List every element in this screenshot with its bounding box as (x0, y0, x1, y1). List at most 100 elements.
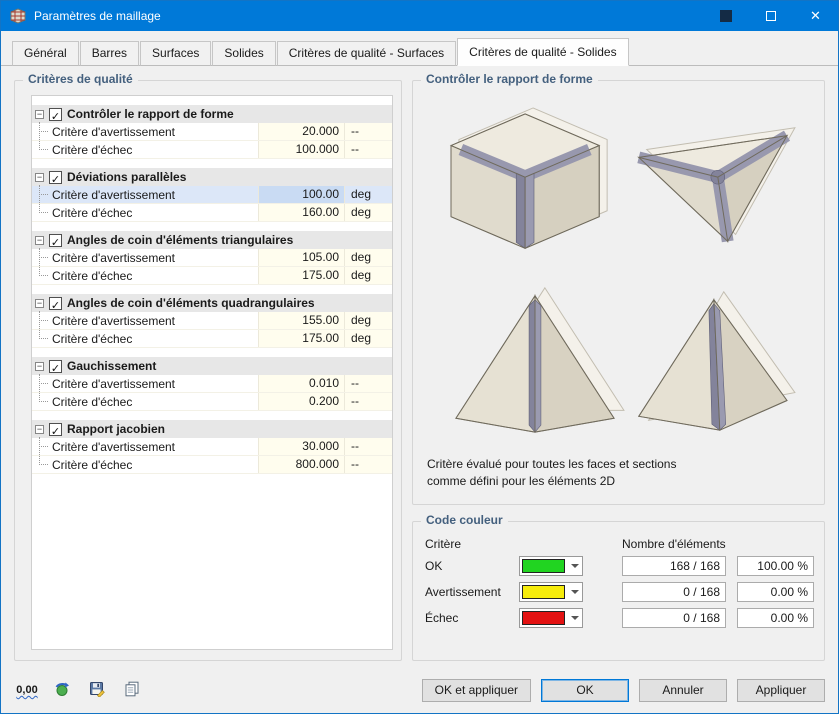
collapse-icon[interactable] (35, 172, 44, 182)
group-label: Gauchissement (67, 359, 157, 373)
tree-branch (39, 383, 48, 384)
criterion-label: Critère d'avertissement (52, 250, 175, 265)
collapse-icon[interactable] (35, 424, 44, 434)
ok-button[interactable]: OK (541, 678, 629, 702)
tab-strip: Général Barres Surfaces Solides Critères… (1, 31, 838, 66)
criterion-row[interactable]: Critère d'avertissement 105.00 deg (32, 249, 392, 267)
criterion-row[interactable]: Critère d'avertissement 155.00 deg (32, 312, 392, 330)
checkbox-checked[interactable] (49, 107, 62, 121)
tree-group-warping: Gauchissement Critère d'avertissement 0.… (32, 357, 392, 411)
tree-group-header[interactable]: Gauchissement (32, 357, 392, 375)
tree-group-header[interactable]: Angles de coin d'éléments quadrangulaire… (32, 294, 392, 312)
criterion-row[interactable]: Critère d'échec 0.200 -- (32, 393, 392, 411)
tree-branch (39, 464, 48, 465)
quality-criteria-panel: Critères de qualité Contrôler le rapport… (14, 72, 402, 661)
apply-button[interactable]: Appliquer (737, 678, 825, 702)
criterion-label: Critère d'avertissement (52, 376, 175, 391)
checkbox-checked[interactable] (49, 233, 62, 247)
right-panel: Contrôler le rapport de forme Critère év… (412, 72, 825, 661)
close-button[interactable] (793, 1, 838, 31)
units-and-decimals-button[interactable]: 0,00 (14, 678, 40, 702)
criterion-row[interactable]: Critère d'échec 160.00 deg (32, 204, 392, 222)
copy-settings-button[interactable] (119, 678, 145, 702)
color-code-row-failure: Échec 0 / 168 0.00 % (425, 608, 814, 628)
criterion-label: Critère d'échec (52, 205, 133, 220)
group-label: Rapport jacobien (67, 422, 166, 436)
caption-line-1: Critère évalué pour toutes les faces et … (427, 457, 677, 472)
checkbox-checked[interactable] (49, 170, 62, 184)
group-label: Contrôler le rapport de forme (67, 107, 234, 121)
criterion-unit: deg (344, 267, 392, 284)
criterion-value[interactable]: 20.000 (258, 123, 344, 140)
row-label: OK (425, 559, 443, 573)
tab-surfaces[interactable]: Surfaces (140, 41, 212, 66)
color-dropdown-failure[interactable] (519, 608, 583, 628)
criterion-value[interactable]: 0.200 (258, 393, 344, 410)
column-header-elements: Nombre d'éléments (622, 537, 726, 551)
color-code-header: Critère Nombre d'éléments (425, 536, 814, 552)
maximize-button[interactable] (748, 1, 793, 31)
checkbox-checked[interactable] (49, 422, 62, 436)
collapse-icon[interactable] (35, 298, 44, 308)
criterion-value[interactable]: 105.00 (258, 249, 344, 266)
color-swatch (522, 585, 565, 599)
criterion-unit: -- (344, 375, 392, 392)
collapse-icon[interactable] (35, 109, 44, 119)
tree-group-header[interactable]: Déviations parallèles (32, 168, 392, 186)
minimize-button[interactable] (703, 1, 748, 31)
criterion-row[interactable]: Critère d'échec 175.00 deg (32, 330, 392, 348)
tree-branch (39, 446, 48, 447)
criterion-row[interactable]: Critère d'avertissement 0.010 -- (32, 375, 392, 393)
element-count: 168 / 168 (622, 556, 726, 576)
chevron-down-icon (567, 609, 582, 627)
tab-general[interactable]: Général (12, 41, 79, 66)
group-label: Déviations parallèles (67, 170, 187, 184)
units-icon: 0,00 (16, 684, 38, 696)
criterion-row-selected[interactable]: Critère d'avertissement 100.00 deg (32, 186, 392, 204)
tree-group-parallel-deviations: Déviations parallèles Critère d'avertiss… (32, 168, 392, 222)
collapse-icon[interactable] (35, 235, 44, 245)
minimize-icon (719, 10, 732, 22)
criterion-value[interactable]: 155.00 (258, 312, 344, 329)
checkbox-checked[interactable] (49, 359, 62, 373)
criterion-value[interactable]: 800.000 (258, 456, 344, 473)
criterion-row[interactable]: Critère d'échec 800.000 -- (32, 456, 392, 474)
copy-icon (124, 681, 140, 700)
criterion-row[interactable]: Critère d'avertissement 30.000 -- (32, 438, 392, 456)
tree-group-aspect-ratio: Contrôler le rapport de forme Critère d'… (32, 105, 392, 159)
tree-group-header[interactable]: Contrôler le rapport de forme (32, 105, 392, 123)
element-percent: 0.00 % (737, 608, 814, 628)
tree-branch (39, 338, 48, 339)
tab-solides[interactable]: Solides (212, 41, 276, 66)
criterion-value[interactable]: 160.00 (258, 204, 344, 221)
tree-group-header[interactable]: Rapport jacobien (32, 420, 392, 438)
criterion-value[interactable]: 100.00 (258, 186, 344, 203)
color-dropdown-warning[interactable] (519, 582, 583, 602)
mesh-settings-icon (10, 8, 26, 24)
checkbox-checked[interactable] (49, 296, 62, 310)
criterion-value[interactable]: 0.010 (258, 375, 344, 392)
tab-criteres-surfaces[interactable]: Critères de qualité - Surfaces (276, 41, 457, 66)
criterion-value[interactable]: 30.000 (258, 438, 344, 455)
save-as-default-button[interactable] (84, 678, 110, 702)
criterion-value[interactable]: 175.00 (258, 330, 344, 347)
criterion-label: Critère d'échec (52, 142, 133, 157)
criterion-value[interactable]: 175.00 (258, 267, 344, 284)
color-dropdown-ok[interactable] (519, 556, 583, 576)
tab-criteres-solides[interactable]: Critères de qualité - Solides (457, 38, 629, 66)
criterion-unit: -- (344, 141, 392, 158)
element-count: 0 / 168 (622, 582, 726, 602)
criterion-value[interactable]: 100.000 (258, 141, 344, 158)
tree-branch (39, 212, 48, 213)
ok-and-apply-button[interactable]: OK et appliquer (421, 678, 531, 702)
tree-group-header[interactable]: Angles de coin d'éléments triangulaires (32, 231, 392, 249)
collapse-icon[interactable] (35, 361, 44, 371)
cancel-button[interactable]: Annuler (639, 678, 727, 702)
criterion-row[interactable]: Critère d'échec 175.00 deg (32, 267, 392, 285)
restore-defaults-button[interactable] (49, 678, 75, 702)
criterion-row[interactable]: Critère d'échec 100.000 -- (32, 141, 392, 159)
criterion-row[interactable]: Critère d'avertissement 20.000 -- (32, 123, 392, 141)
tab-barres[interactable]: Barres (79, 41, 140, 66)
window-title: Paramètres de maillage (34, 9, 161, 23)
tree-branch (39, 275, 48, 276)
